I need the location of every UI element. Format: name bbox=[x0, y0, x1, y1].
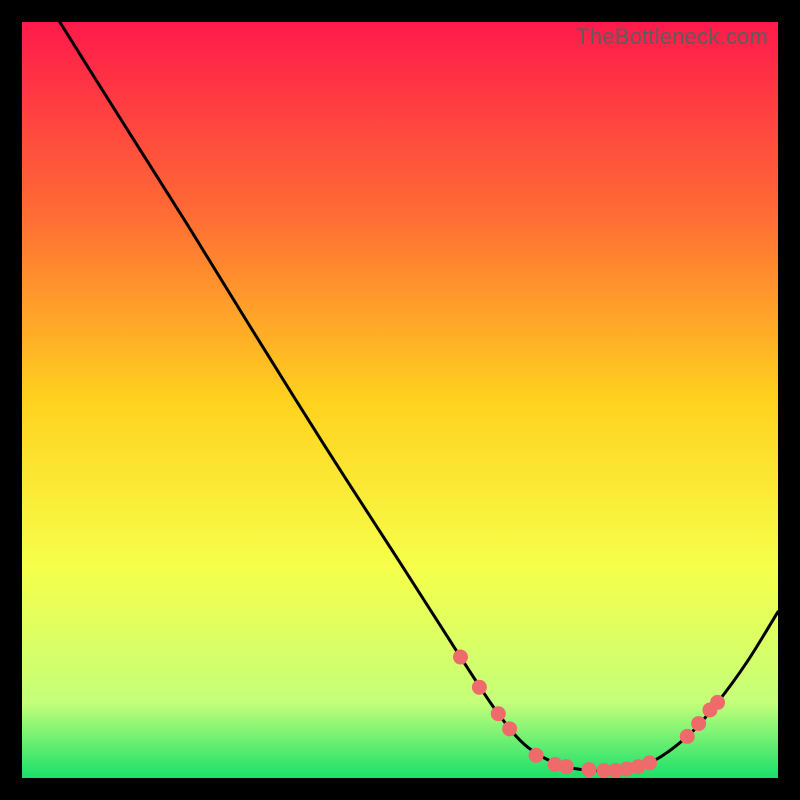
curve-marker bbox=[491, 706, 506, 721]
curve-marker bbox=[642, 755, 657, 770]
curve-marker bbox=[710, 695, 725, 710]
curve-marker bbox=[472, 680, 487, 695]
curve-marker bbox=[680, 729, 695, 744]
curve-marker bbox=[559, 759, 574, 774]
gradient-background bbox=[22, 22, 778, 778]
chart-frame: TheBottleneck.com bbox=[22, 22, 778, 778]
curve-marker bbox=[582, 762, 597, 777]
curve-marker bbox=[502, 721, 517, 736]
curve-marker bbox=[691, 716, 706, 731]
bottleneck-chart bbox=[22, 22, 778, 778]
curve-marker bbox=[453, 650, 468, 665]
watermark-text: TheBottleneck.com bbox=[576, 24, 768, 50]
curve-marker bbox=[529, 748, 544, 763]
